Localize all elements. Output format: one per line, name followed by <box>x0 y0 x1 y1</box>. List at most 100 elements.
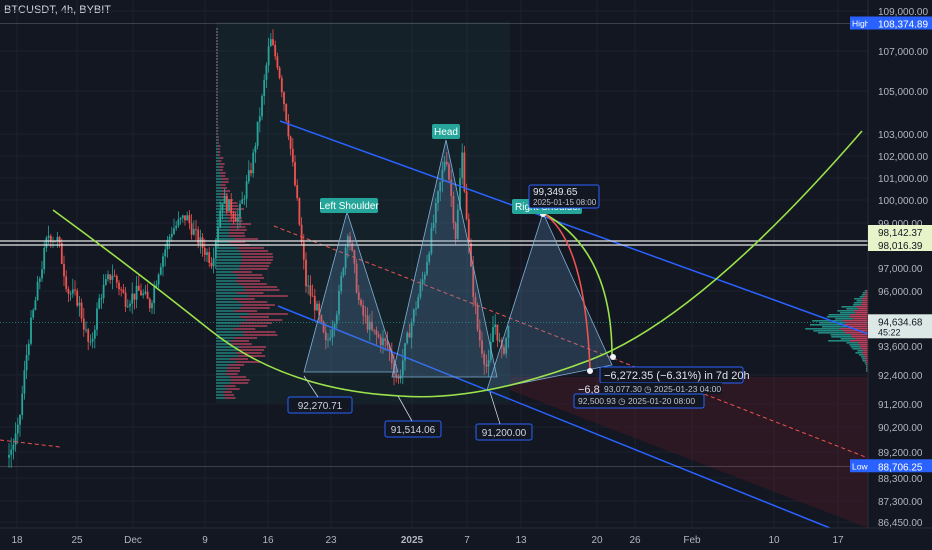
price-axis-tick: 100,000.00 <box>878 196 928 207</box>
price-axis-tick: 86,450.00 <box>878 518 923 529</box>
candle-body <box>397 377 400 379</box>
volume-profile-bar <box>216 328 234 330</box>
price-axis-tick: 91,200.00 <box>878 400 923 411</box>
volume-profile-bar <box>241 253 273 255</box>
volume-profile-right-bar <box>842 320 868 322</box>
volume-profile-bar <box>217 136 219 138</box>
volume-profile-right-bar <box>866 366 868 368</box>
volume-profile-bar <box>216 310 235 312</box>
price-axis-tick: 105,000.00 <box>878 87 928 98</box>
volume-profile-bar <box>216 298 234 300</box>
volume-profile-bar <box>237 292 264 294</box>
candle-body <box>164 249 167 257</box>
volume-profile-bar <box>232 343 252 345</box>
volume-profile-bar <box>216 286 244 288</box>
candle-body <box>309 285 312 296</box>
time-axis-tick: Dec <box>124 535 142 546</box>
volume-profile-bar <box>216 133 217 135</box>
volume-profile-bar <box>216 58 218 60</box>
volume-profile-right-bar <box>861 298 868 300</box>
volume-profile-bar <box>216 73 217 75</box>
candle-body <box>208 252 211 263</box>
price-line-label: 98,016.39 <box>878 241 923 252</box>
volume-profile-right-bar <box>864 296 868 298</box>
volume-profile-bar <box>216 394 225 396</box>
volume-profile-right-bar <box>849 316 868 318</box>
volume-profile-bar <box>216 124 218 126</box>
volume-profile-bar <box>233 328 256 330</box>
volume-profile-bar <box>216 28 218 30</box>
volume-profile-bar <box>240 307 270 309</box>
volume-profile-right-bar <box>862 300 868 302</box>
volume-profile-right-bar <box>839 312 856 314</box>
candle-body <box>307 285 310 287</box>
candle-body <box>263 79 266 96</box>
volume-profile-bar <box>216 103 217 105</box>
volume-profile-right-bar <box>865 364 867 366</box>
time-axis-tick: 7 <box>464 535 470 546</box>
candle-body <box>19 415 21 425</box>
candle-body <box>133 293 136 300</box>
volume-profile-bar <box>242 331 276 333</box>
volume-profile-bar <box>221 187 228 189</box>
countdown-label: 45:22 <box>878 327 901 337</box>
volume-profile-bar <box>216 361 237 363</box>
candle-body <box>239 203 241 218</box>
candle-body <box>153 286 156 304</box>
candle-body <box>60 243 63 264</box>
volume-profile-right-bar <box>813 330 844 332</box>
volume-profile-bar <box>229 376 247 378</box>
time-axis-tick: 20 <box>591 535 603 546</box>
volume-profile-bar <box>224 385 236 387</box>
volume-profile-bar <box>216 352 237 354</box>
volume-profile-bar <box>237 247 264 249</box>
extreme-price-label: 108,374.89 <box>878 20 928 31</box>
candle-body <box>192 229 195 235</box>
volume-profile-bar <box>216 355 239 357</box>
volume-profile-bar <box>216 187 222 189</box>
volume-profile-bar <box>239 268 268 270</box>
candle-body <box>74 289 76 291</box>
volume-profile-right-bar <box>866 368 868 370</box>
volume-profile-bar <box>216 127 218 129</box>
volume-profile-bar <box>236 361 261 363</box>
volume-profile-bar <box>216 61 218 63</box>
volume-profile-right-bar <box>853 302 862 304</box>
volume-profile-right-bar <box>837 310 855 312</box>
volume-profile-bar <box>217 151 221 153</box>
volume-profile-bar <box>222 190 231 192</box>
candle-body <box>115 276 118 283</box>
price-chart[interactable]: Left ShoulderHeadRight Shoulder92,270.71… <box>0 0 932 550</box>
volume-profile-right-bar <box>857 350 864 352</box>
volume-profile-bar <box>226 370 240 372</box>
volume-profile-right-bar <box>846 342 859 344</box>
volume-profile-right-bar <box>860 348 868 350</box>
volume-profile-right-bar <box>846 308 859 310</box>
candle-body <box>289 136 292 149</box>
volume-profile-bar <box>216 136 218 138</box>
volume-profile-bar <box>216 280 236 282</box>
time-axis-tick: 25 <box>71 535 83 546</box>
time-axis-tick: 23 <box>325 535 337 546</box>
candle-body <box>241 199 244 204</box>
volume-profile-right-bar <box>861 294 866 296</box>
candle-body <box>274 45 277 57</box>
volume-profile-right-bar <box>850 346 861 348</box>
candle-body <box>135 285 138 300</box>
volume-profile-bar <box>243 334 278 336</box>
candle-body <box>38 278 41 282</box>
volume-profile-bar <box>216 154 218 156</box>
volume-profile-bar <box>216 67 218 69</box>
candle-body <box>243 198 246 200</box>
candle-body <box>146 291 149 299</box>
volume-profile-bar <box>229 235 246 237</box>
candle-body <box>89 341 92 343</box>
volume-profile-bar <box>236 274 263 276</box>
volume-profile-bar <box>216 349 238 351</box>
candle-body <box>80 302 83 319</box>
candle-body <box>91 338 94 342</box>
volume-profile-bar <box>225 373 238 375</box>
candle-body <box>210 262 213 267</box>
volume-profile-bar <box>216 82 218 84</box>
volume-profile-right-bar <box>855 352 863 354</box>
